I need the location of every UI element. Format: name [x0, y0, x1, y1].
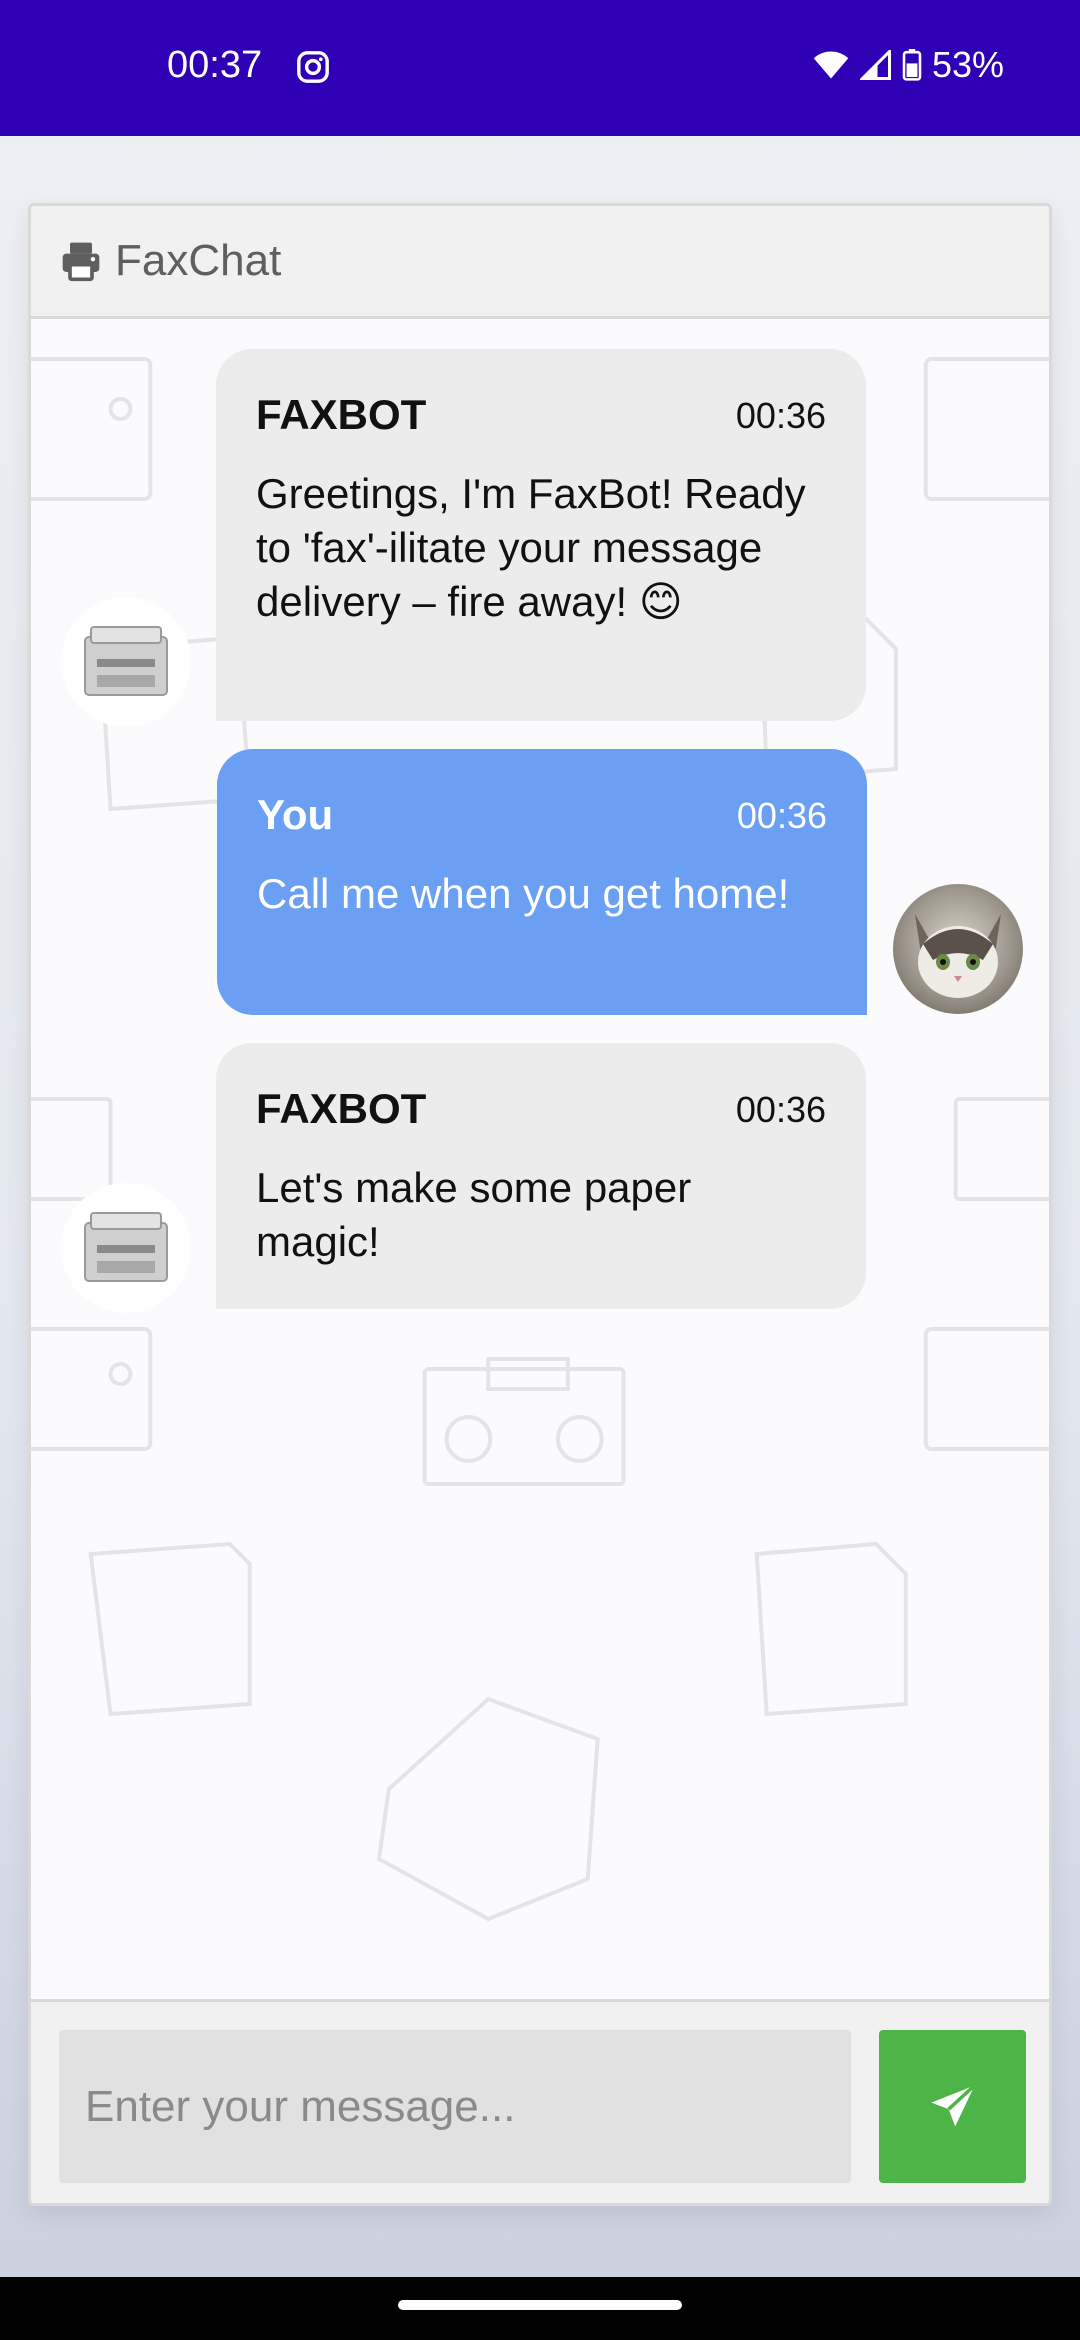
battery-percent: 53% — [931, 44, 1004, 85]
message-bubble[interactable]: FAXBOT 00:36 Greetings, I'm FaxBot! Read… — [216, 349, 866, 721]
chat-card: FaxChat FAXBOT 00:36 Greetings, I'm FaxB… — [28, 203, 1052, 2206]
status-icons: 53% — [812, 44, 1004, 86]
message-text: Let's make some paper magic! — [256, 1164, 692, 1265]
wifi-icon — [813, 51, 849, 79]
instagram-icon — [297, 51, 329, 83]
message-text: Greetings, I'm FaxBot! Ready to 'fax'-il… — [256, 470, 806, 625]
message-bubble[interactable]: You 00:36 Call me when you get home! — [217, 749, 867, 1015]
user-avatar — [893, 884, 1023, 1014]
cat-photo — [915, 914, 1001, 998]
sender-name: FAXBOT — [256, 391, 427, 438]
status-bar: 00:37 53% — [0, 0, 1080, 136]
sender-name: FAXBOT — [256, 1085, 427, 1132]
signal-icon — [859, 50, 891, 80]
message-composer — [31, 1999, 1049, 2203]
sender-name: You — [257, 791, 334, 838]
message-time: 00:36 — [736, 795, 827, 836]
chat-header: FaxChat — [31, 206, 1049, 319]
chat-messages[interactable]: FAXBOT 00:36 Greetings, I'm FaxBot! Read… — [31, 319, 1049, 1999]
send-button[interactable] — [879, 2030, 1026, 2183]
faxbot-avatar — [61, 1183, 191, 1313]
message-text: Call me when you get home! — [257, 870, 790, 917]
battery-icon — [902, 49, 922, 81]
status-time: 00:37 — [167, 44, 263, 86]
message-bubble[interactable]: FAXBOT 00:36 Let's make some paper magic… — [216, 1043, 866, 1309]
fax-machine-icon — [84, 1212, 168, 1282]
fax-machine-icon — [84, 626, 168, 696]
message-time: 00:36 — [735, 1089, 826, 1130]
app-title: FaxChat — [115, 236, 282, 285]
printer-icon — [62, 242, 100, 282]
message-input[interactable] — [59, 2030, 851, 2183]
send-icon — [930, 2083, 976, 2126]
home-gesture-handle[interactable] — [398, 2300, 682, 2310]
faxbot-avatar — [61, 597, 191, 727]
message-time: 00:36 — [735, 395, 826, 436]
